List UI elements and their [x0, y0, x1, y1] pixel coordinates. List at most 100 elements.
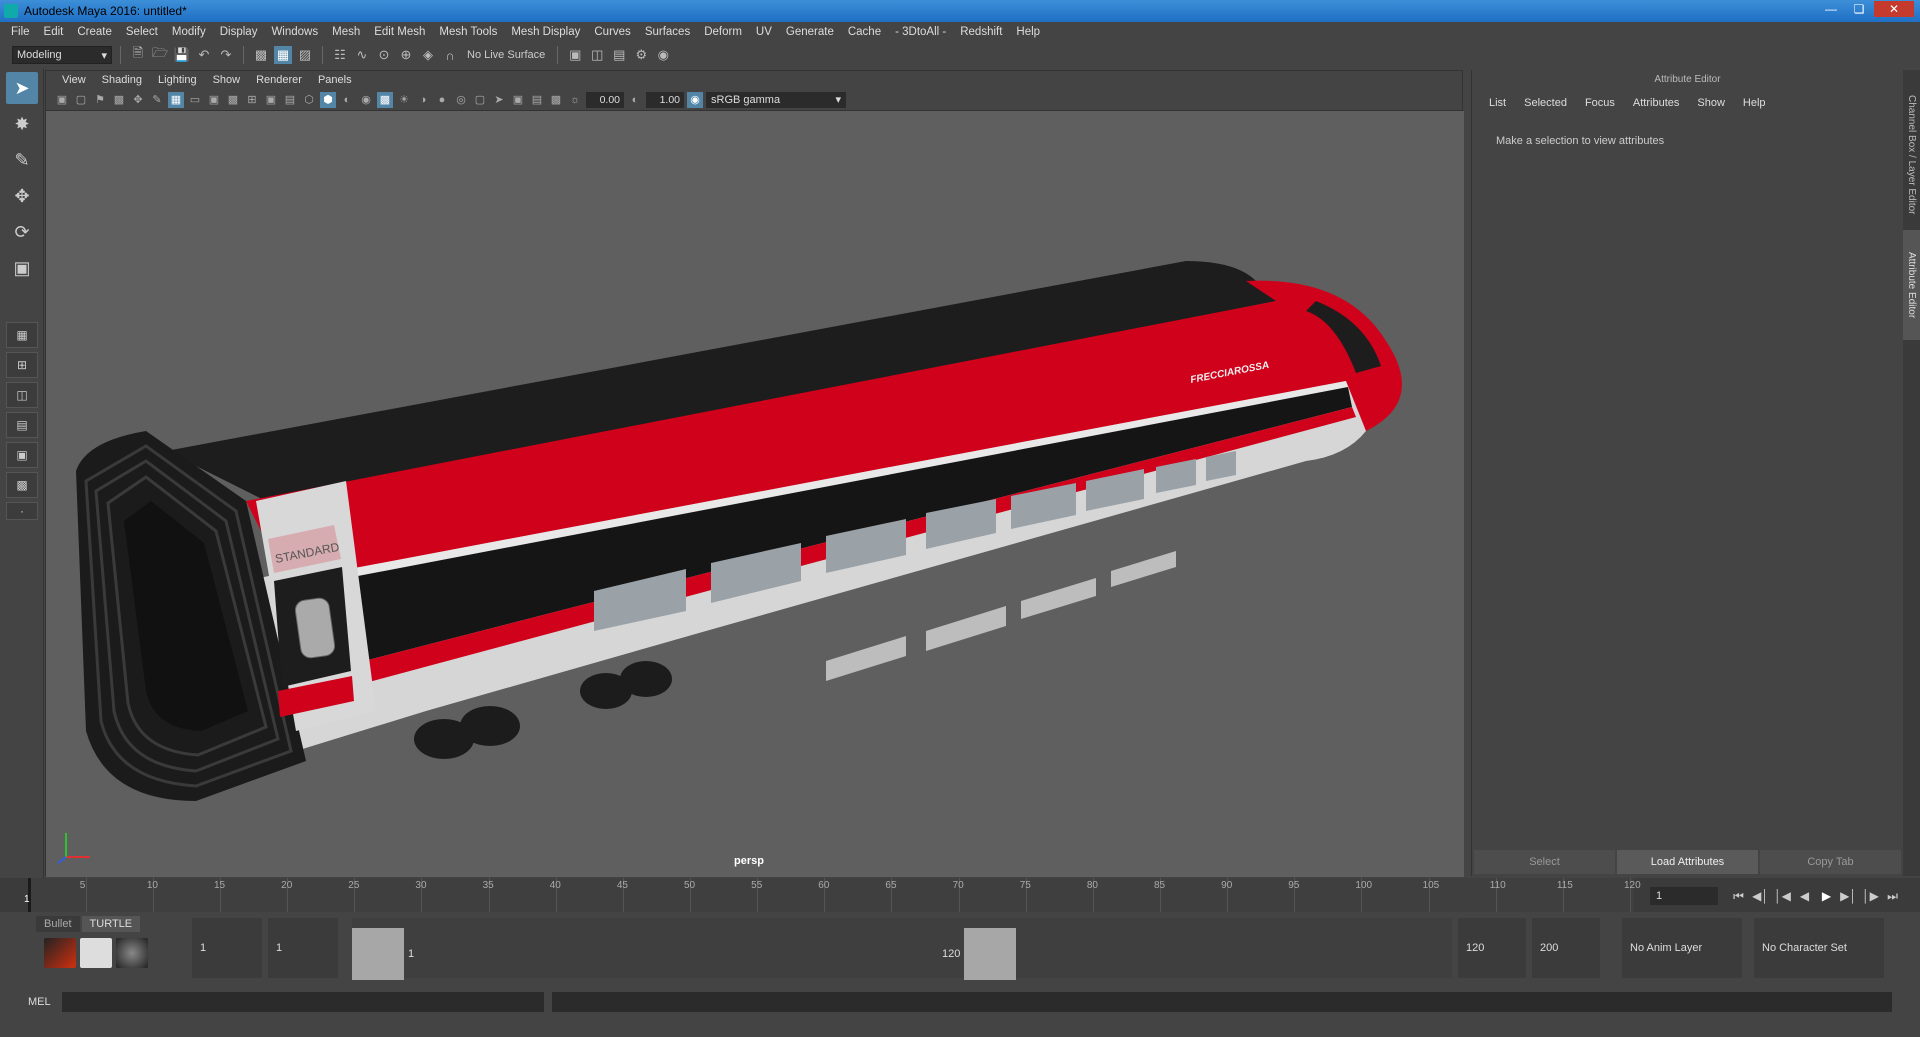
- menu-modify[interactable]: Modify: [165, 22, 213, 42]
- maximize-icon[interactable]: ❏: [1846, 1, 1872, 17]
- camera-attributes-icon[interactable]: ▢: [73, 92, 89, 108]
- ae-menu-attributes[interactable]: Attributes: [1624, 94, 1688, 112]
- anti-aliasing-icon[interactable]: ▢: [472, 92, 488, 108]
- persp-graph-layout-icon[interactable]: ▣: [6, 442, 38, 468]
- rotate-tool-icon[interactable]: ⟳: [6, 216, 38, 248]
- color-management-icon[interactable]: ◉: [687, 91, 703, 108]
- snap-grid-icon[interactable]: ☷: [331, 46, 349, 64]
- film-gate-icon[interactable]: ▭: [187, 92, 203, 108]
- gamma-icon[interactable]: ◐: [627, 92, 643, 108]
- ae-menu-help[interactable]: Help: [1734, 94, 1775, 112]
- menu-3dtoall[interactable]: - 3DtoAll -: [888, 22, 953, 42]
- turtle-bake-icon[interactable]: [80, 938, 112, 968]
- menu-select[interactable]: Select: [119, 22, 165, 42]
- menu-create[interactable]: Create: [70, 22, 119, 42]
- command-language-label[interactable]: MEL: [0, 996, 62, 1008]
- safe-title-icon[interactable]: ▤: [282, 92, 298, 108]
- channel-box-tab[interactable]: Channel Box / Layer Editor: [1903, 80, 1920, 230]
- ae-menu-selected[interactable]: Selected: [1515, 94, 1576, 112]
- step-forward-key-icon[interactable]: ▶│: [1840, 887, 1857, 905]
- xray-components-icon[interactable]: ▩: [548, 92, 564, 108]
- load-attributes-button[interactable]: Load Attributes: [1617, 850, 1758, 874]
- textured-icon[interactable]: ▩: [377, 91, 393, 108]
- resolution-gate-icon[interactable]: ▣: [206, 92, 222, 108]
- viewport-menu-view[interactable]: View: [54, 74, 94, 86]
- exposure-icon[interactable]: ☼: [567, 92, 583, 108]
- hypershade-icon[interactable]: ◉: [654, 46, 672, 64]
- menu-mesh[interactable]: Mesh: [325, 22, 367, 42]
- select-object-icon[interactable]: ▦: [274, 46, 292, 64]
- use-all-lights-icon[interactable]: ☀: [396, 92, 412, 108]
- range-slider[interactable]: 1 120: [352, 918, 1452, 980]
- screen-space-ao-icon[interactable]: ●: [434, 92, 450, 108]
- isolate-select-icon[interactable]: ➤: [491, 92, 507, 108]
- play-forwards-icon[interactable]: ▶: [1818, 887, 1835, 905]
- view-transform-dropdown[interactable]: sRGB gamma ▾: [706, 91, 846, 108]
- current-frame-field[interactable]: 1: [1650, 887, 1718, 905]
- attribute-editor-tab[interactable]: Attribute Editor: [1903, 230, 1920, 340]
- menu-windows[interactable]: Windows: [264, 22, 325, 42]
- menu-mesh-display[interactable]: Mesh Display: [504, 22, 587, 42]
- four-pane-layout-icon[interactable]: ⊞: [6, 352, 38, 378]
- field-chart-icon[interactable]: ⊞: [244, 92, 260, 108]
- exposure-field[interactable]: 0.00: [586, 91, 624, 108]
- go-to-end-icon[interactable]: ⏭: [1884, 887, 1901, 905]
- move-tool-icon[interactable]: ✥: [6, 180, 38, 212]
- viewport-menu-panels[interactable]: Panels: [310, 74, 360, 86]
- magnet-icon[interactable]: ∩: [441, 46, 459, 64]
- menu-edit-mesh[interactable]: Edit Mesh: [367, 22, 432, 42]
- ae-menu-focus[interactable]: Focus: [1576, 94, 1624, 112]
- paint-select-icon[interactable]: ✎: [6, 144, 38, 176]
- lasso-tool-icon[interactable]: ✸: [6, 108, 38, 140]
- shadows-icon[interactable]: ◑: [415, 92, 431, 108]
- viewport-menu-shading[interactable]: Shading: [94, 74, 150, 86]
- image-plane-icon[interactable]: ▩: [111, 92, 127, 108]
- menu-deform[interactable]: Deform: [697, 22, 749, 42]
- step-back-key-icon[interactable]: │◀: [1774, 887, 1791, 905]
- snap-point-icon[interactable]: ⊙: [375, 46, 393, 64]
- menu-redshift[interactable]: Redshift: [953, 22, 1009, 42]
- anim-layer-dropdown[interactable]: No Anim Layer: [1622, 918, 1742, 978]
- new-scene-icon[interactable]: 🗎: [129, 45, 147, 64]
- viewport-menu-renderer[interactable]: Renderer: [248, 74, 310, 86]
- safe-action-icon[interactable]: ▣: [263, 92, 279, 108]
- select-component-icon[interactable]: ▨: [296, 46, 314, 64]
- grid-icon[interactable]: ▦: [168, 91, 184, 108]
- 3d-scene[interactable]: STANDARD FRECCIAROSSA persp: [46, 111, 1464, 877]
- step-back-frame-icon[interactable]: ◀│: [1752, 887, 1769, 905]
- menu-help[interactable]: Help: [1009, 22, 1047, 42]
- open-scene-icon[interactable]: 🗁: [151, 45, 169, 64]
- select-button[interactable]: Select: [1474, 850, 1615, 874]
- close-icon[interactable]: ✕: [1874, 1, 1914, 17]
- gamma-field[interactable]: 1.00: [646, 91, 684, 108]
- animation-start-field[interactable]: 1: [192, 918, 262, 978]
- menu-generate[interactable]: Generate: [779, 22, 841, 42]
- snap-curve-icon[interactable]: ∿: [353, 46, 371, 64]
- time-ruler[interactable]: 5 10 15 20 25 30 35 40 45 50 55 60 65 70 75 80 85 90 95 100…: [28, 878, 1641, 912]
- single-pane-layout-icon[interactable]: ▦: [6, 322, 38, 348]
- go-to-start-icon[interactable]: ⏮: [1730, 887, 1747, 905]
- render-settings-icon[interactable]: ⚙: [632, 46, 650, 64]
- wireframe-on-shaded-icon[interactable]: ◉: [358, 92, 374, 108]
- select-tool-icon[interactable]: ➤: [6, 72, 38, 104]
- snap-surface-icon[interactable]: ◈: [419, 46, 437, 64]
- ipr-render-icon[interactable]: ▤: [610, 46, 628, 64]
- menu-file[interactable]: File: [4, 22, 37, 42]
- menu-mesh-tools[interactable]: Mesh Tools: [432, 22, 504, 42]
- save-scene-icon[interactable]: 💾: [173, 46, 191, 64]
- shelf-tab-turtle[interactable]: TURTLE: [81, 916, 141, 932]
- undo-icon[interactable]: ↶: [195, 46, 213, 64]
- time-slider[interactable]: 5 10 15 20 25 30 35 40 45 50 55 60 65 70 75 80 85 90 95 100…: [0, 878, 1920, 912]
- snap-view-icon[interactable]: ⊕: [397, 46, 415, 64]
- viewport-panel[interactable]: View Shading Lighting Show Renderer Pane…: [45, 70, 1464, 877]
- turtle-sphere-icon[interactable]: [116, 938, 148, 968]
- turtle-render-icon[interactable]: [44, 938, 76, 968]
- smooth-shade-icon[interactable]: ⬢: [320, 91, 336, 108]
- wireframe-icon[interactable]: ⬡: [301, 92, 317, 108]
- range-slider-end-handle[interactable]: [964, 928, 1016, 980]
- viewport-menu-lighting[interactable]: Lighting: [150, 74, 205, 86]
- xray-icon[interactable]: ▣: [510, 92, 526, 108]
- side-by-side-layout-icon[interactable]: ◫: [6, 382, 38, 408]
- ae-menu-show[interactable]: Show: [1688, 94, 1734, 112]
- copy-tab-button[interactable]: Copy Tab: [1760, 850, 1901, 874]
